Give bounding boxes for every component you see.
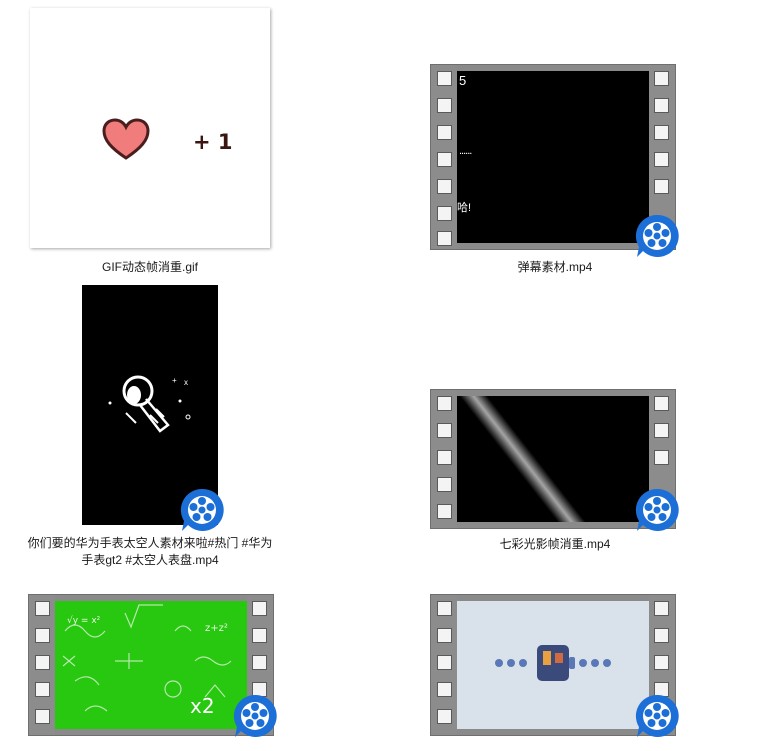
film-sprocket-hole	[654, 179, 669, 194]
video-frame: 5 ...... 哈!	[457, 71, 649, 243]
video-frame: x2 z+z² √y = x²	[55, 601, 247, 729]
film-sprocket-hole	[437, 655, 452, 670]
film-sprocket-hole	[252, 628, 267, 643]
video-player-icon	[180, 488, 224, 531]
film-sprocket-hole	[35, 601, 50, 616]
film-sprocket-hole	[252, 601, 267, 616]
video-frame	[457, 601, 649, 729]
film-sprocket-hole	[35, 709, 50, 724]
heart-icon	[102, 118, 150, 160]
film-sprocket-hole	[437, 601, 452, 616]
film-sprocket-hole	[437, 179, 452, 194]
gif-thumbnail[interactable]: + 1	[30, 8, 270, 248]
file-name-line1: 你们要的华为手表太空人素材来啦#热门 #华为	[27, 536, 273, 550]
video-player-icon	[233, 694, 277, 737]
astronaut-icon: + x	[108, 375, 191, 433]
film-sprocket-hole	[437, 477, 452, 492]
math-doodles: x2 z+z² √y = x²	[62, 604, 232, 718]
film-sprocket-hole	[437, 628, 452, 643]
frame-text: 哈!	[457, 202, 472, 214]
film-sprocket-hole	[35, 655, 50, 670]
frame-text: x2	[190, 694, 215, 718]
film-sprocket-hole	[654, 125, 669, 140]
plus-one-text: + 1	[193, 130, 233, 154]
film-sprocket-hole	[654, 423, 669, 438]
film-sprocket-hole	[437, 206, 452, 221]
svg-text:z+z²: z+z²	[205, 623, 228, 634]
film-sprocket-hole	[35, 682, 50, 697]
film-sprocket-hole	[437, 682, 452, 697]
file-name: GIF动态帧消重.gif	[101, 260, 198, 274]
frame-text: 5	[459, 73, 467, 88]
film-sprocket-hole	[654, 98, 669, 113]
film-sprocket-hole	[437, 125, 452, 140]
file-name-line2: 手表gt2 #太空人表盘.mp4	[81, 553, 219, 567]
svg-text:+: +	[172, 376, 177, 385]
film-sprocket-hole	[437, 231, 452, 246]
film-sprocket-hole	[654, 152, 669, 167]
film-sprocket-hole	[437, 450, 452, 465]
film-sprocket-hole	[437, 504, 452, 519]
film-sprocket-hole	[437, 71, 452, 86]
video-player-icon	[635, 214, 679, 257]
film-sprocket-hole	[654, 655, 669, 670]
video-frame	[457, 396, 649, 522]
file-name: 弹幕素材.mp4	[517, 260, 593, 274]
svg-text:√y = x²: √y = x²	[67, 615, 101, 626]
film-sprocket-hole	[654, 601, 669, 616]
film-sprocket-hole	[654, 396, 669, 411]
light-streak	[457, 396, 605, 522]
video-player-icon	[635, 694, 679, 737]
file-name: 你们要的华为手表太空人素材来啦#热门 #华为 手表gt2 #太空人表盘.mp4	[10, 535, 290, 569]
video-player-icon	[635, 488, 679, 531]
film-sprocket-hole	[654, 628, 669, 643]
film-sprocket-hole	[252, 655, 267, 670]
frame-text: ......	[459, 145, 472, 157]
file-name: 七彩光影帧消重.mp4	[499, 537, 611, 551]
film-sprocket-hole	[437, 396, 452, 411]
film-sprocket-hole	[437, 98, 452, 113]
film-sprocket-hole	[654, 450, 669, 465]
film-sprocket-hole	[35, 628, 50, 643]
svg-text:x: x	[184, 378, 188, 387]
app-widget-graphic	[495, 645, 611, 681]
film-sprocket-hole	[437, 423, 452, 438]
film-sprocket-hole	[437, 709, 452, 724]
film-sprocket-hole	[654, 71, 669, 86]
film-sprocket-hole	[437, 152, 452, 167]
